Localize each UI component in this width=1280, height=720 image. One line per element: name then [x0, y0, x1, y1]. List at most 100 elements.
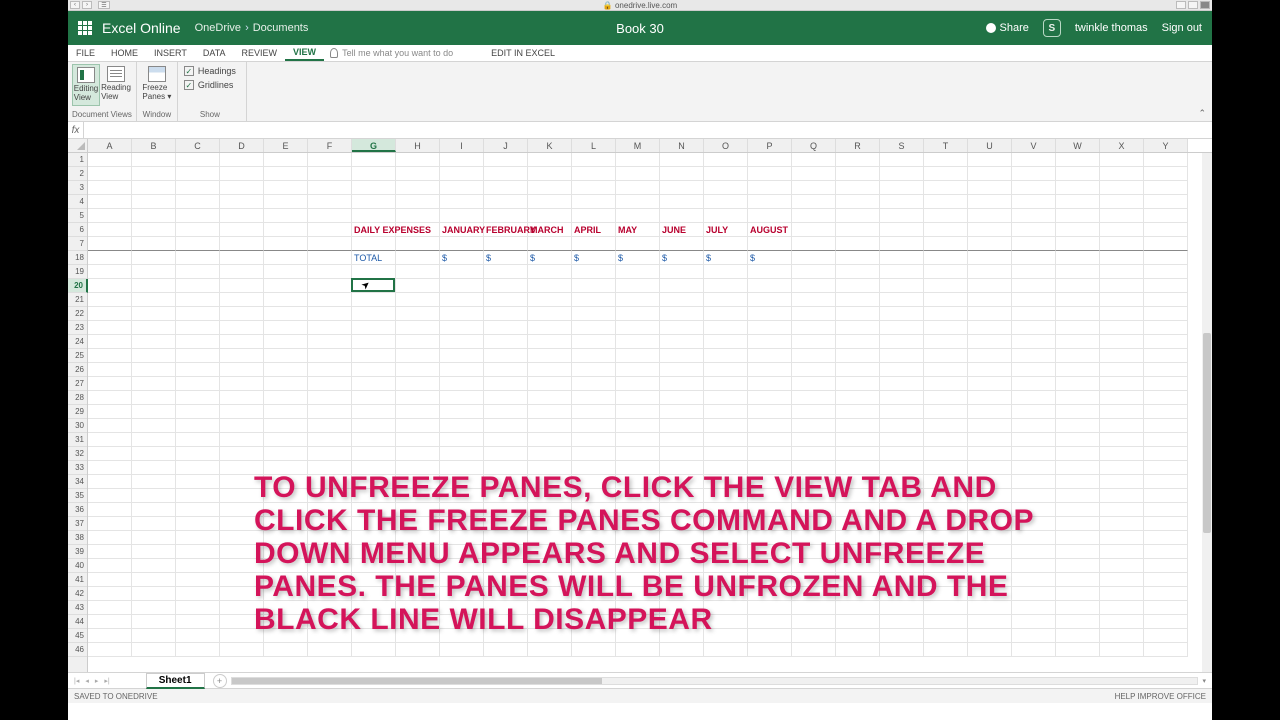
cell-A35[interactable]: [88, 489, 132, 503]
cell-Q5[interactable]: [792, 209, 836, 223]
zoom-indicator[interactable]: ▾: [1202, 677, 1206, 685]
cell-Q29[interactable]: [792, 405, 836, 419]
cell-P24[interactable]: [748, 335, 792, 349]
cell-R31[interactable]: [836, 433, 880, 447]
cell-S32[interactable]: [880, 447, 924, 461]
cell-G25[interactable]: [352, 349, 396, 363]
cell-K27[interactable]: [528, 377, 572, 391]
cell-A41[interactable]: [88, 573, 132, 587]
cell-D22[interactable]: [220, 307, 264, 321]
cell-P6[interactable]: AUGUST: [748, 223, 792, 237]
cell-Q1[interactable]: [792, 153, 836, 167]
select-all-button[interactable]: [68, 139, 88, 153]
cell-G5[interactable]: [352, 209, 396, 223]
scrollbar-thumb[interactable]: [1203, 333, 1211, 533]
row-header-35[interactable]: 35: [68, 489, 87, 503]
cell-Y39[interactable]: [1144, 545, 1188, 559]
cell-P5[interactable]: [748, 209, 792, 223]
cell-U46[interactable]: [968, 643, 1012, 657]
cell-L27[interactable]: [572, 377, 616, 391]
cell-A27[interactable]: [88, 377, 132, 391]
col-header-W[interactable]: W: [1056, 139, 1100, 152]
cell-R30[interactable]: [836, 419, 880, 433]
cell-H5[interactable]: [396, 209, 440, 223]
cell-A36[interactable]: [88, 503, 132, 517]
cell-H2[interactable]: [396, 167, 440, 181]
cell-X26[interactable]: [1100, 363, 1144, 377]
cell-Q31[interactable]: [792, 433, 836, 447]
cell-G2[interactable]: [352, 167, 396, 181]
cell-X33[interactable]: [1100, 461, 1144, 475]
row-header-40[interactable]: 40: [68, 559, 87, 573]
cell-U26[interactable]: [968, 363, 1012, 377]
cell-A44[interactable]: [88, 615, 132, 629]
spreadsheet-grid[interactable]: ABCDEFGHIJKLMNOPQRSTUVWXY 12345671819202…: [68, 139, 1212, 672]
cell-S2[interactable]: [880, 167, 924, 181]
cell-C5[interactable]: [176, 209, 220, 223]
cell-D26[interactable]: [220, 363, 264, 377]
cell-V46[interactable]: [1012, 643, 1056, 657]
cell-E27[interactable]: [264, 377, 308, 391]
cell-X6[interactable]: [1100, 223, 1144, 237]
cell-X43[interactable]: [1100, 601, 1144, 615]
sheet-prev-icon[interactable]: ◂: [83, 677, 91, 685]
cell-B6[interactable]: [132, 223, 176, 237]
cell-Y29[interactable]: [1144, 405, 1188, 419]
cell-E46[interactable]: [264, 643, 308, 657]
cell-D2[interactable]: [220, 167, 264, 181]
cell-F22[interactable]: [308, 307, 352, 321]
cell-B42[interactable]: [132, 587, 176, 601]
cell-Y46[interactable]: [1144, 643, 1188, 657]
cell-P20[interactable]: [748, 279, 792, 293]
row-header-45[interactable]: 45: [68, 629, 87, 643]
row-header-3[interactable]: 3: [68, 181, 87, 195]
cell-X41[interactable]: [1100, 573, 1144, 587]
cell-H6[interactable]: [396, 223, 440, 237]
cell-M5[interactable]: [616, 209, 660, 223]
cell-X5[interactable]: [1100, 209, 1144, 223]
cell-R7[interactable]: [836, 237, 880, 251]
cell-B20[interactable]: [132, 279, 176, 293]
cell-L21[interactable]: [572, 293, 616, 307]
cell-O25[interactable]: [704, 349, 748, 363]
cell-R18[interactable]: [836, 251, 880, 265]
cell-V31[interactable]: [1012, 433, 1056, 447]
cell-M29[interactable]: [616, 405, 660, 419]
cell-B35[interactable]: [132, 489, 176, 503]
cell-T22[interactable]: [924, 307, 968, 321]
cell-C42[interactable]: [176, 587, 220, 601]
col-header-V[interactable]: V: [1012, 139, 1056, 152]
cell-T28[interactable]: [924, 391, 968, 405]
cell-F26[interactable]: [308, 363, 352, 377]
cell-C28[interactable]: [176, 391, 220, 405]
cell-N28[interactable]: [660, 391, 704, 405]
cell-E26[interactable]: [264, 363, 308, 377]
cell-C40[interactable]: [176, 559, 220, 573]
cell-J1[interactable]: [484, 153, 528, 167]
cell-G28[interactable]: [352, 391, 396, 405]
cell-C30[interactable]: [176, 419, 220, 433]
cell-A28[interactable]: [88, 391, 132, 405]
cell-Y41[interactable]: [1144, 573, 1188, 587]
cell-X27[interactable]: [1100, 377, 1144, 391]
cell-X39[interactable]: [1100, 545, 1144, 559]
cell-U18[interactable]: [968, 251, 1012, 265]
cell-S28[interactable]: [880, 391, 924, 405]
col-header-C[interactable]: C: [176, 139, 220, 152]
cell-Y38[interactable]: [1144, 531, 1188, 545]
sheet-first-icon[interactable]: |◂: [72, 677, 81, 685]
cell-K5[interactable]: [528, 209, 572, 223]
skype-icon[interactable]: S: [1043, 19, 1061, 37]
cell-D29[interactable]: [220, 405, 264, 419]
col-header-J[interactable]: J: [484, 139, 528, 152]
col-header-N[interactable]: N: [660, 139, 704, 152]
cell-W33[interactable]: [1056, 461, 1100, 475]
cell-X40[interactable]: [1100, 559, 1144, 573]
cell-P7[interactable]: [748, 237, 792, 251]
cell-B41[interactable]: [132, 573, 176, 587]
cell-I31[interactable]: [440, 433, 484, 447]
cell-B33[interactable]: [132, 461, 176, 475]
cell-M3[interactable]: [616, 181, 660, 195]
cell-C25[interactable]: [176, 349, 220, 363]
cell-L32[interactable]: [572, 447, 616, 461]
